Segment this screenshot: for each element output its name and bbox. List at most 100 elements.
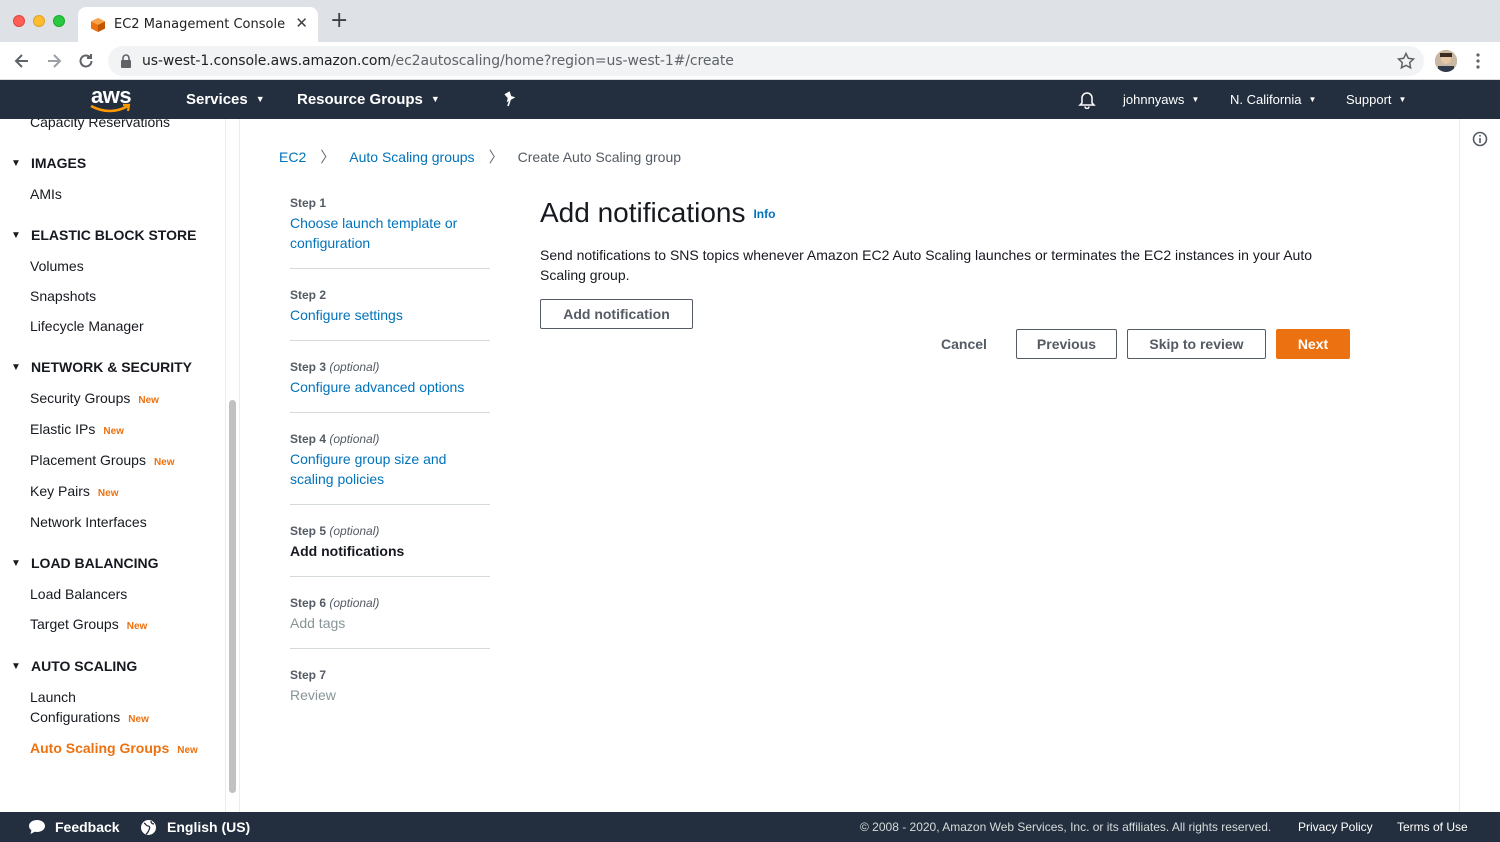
step-title-line: scaling policies — [290, 471, 385, 487]
services-label: Services — [186, 91, 248, 108]
url-bar[interactable]: us-west-1.console.aws.amazon.com/ec2auto… — [108, 46, 1424, 76]
chevron-right-icon: 〉 — [320, 149, 336, 166]
step-number: Step 5 (optional) — [290, 524, 490, 538]
minimize-window-button[interactable] — [33, 15, 45, 27]
account-menu[interactable]: johnnyaws ▼ — [1123, 92, 1199, 107]
bookmark-star-icon[interactable] — [1396, 51, 1416, 71]
sidebar-item-label: Placement Groups — [30, 452, 146, 468]
feedback-link[interactable]: Feedback — [55, 819, 120, 835]
sidebar-item-network-interfaces[interactable]: Network Interfaces — [30, 512, 147, 532]
sidebar-item-capacity-reservations[interactable]: Capacity Reservations — [30, 119, 170, 132]
wizard-step-3: Step 3 (optional) Configure advanced opt… — [290, 360, 490, 397]
sidebar-item-launch-configurations[interactable]: Launch Configurations New — [30, 687, 149, 730]
step-link-choose-launch-template[interactable]: Choose launch template or configuration — [290, 213, 490, 253]
pin-icon[interactable] — [502, 90, 518, 108]
maximize-window-button[interactable] — [53, 15, 65, 27]
step-divider — [290, 504, 490, 505]
sidebar-item-lifecycle-manager[interactable]: Lifecycle Manager — [30, 316, 144, 336]
wizard-step-6: Step 6 (optional) Add tags — [290, 596, 490, 633]
chevron-down-icon: ▼ — [1191, 95, 1200, 104]
step-divider — [290, 576, 490, 577]
browser-tab[interactable]: EC2 Management Console ✕ — [78, 7, 318, 42]
aws-logo[interactable]: aws — [88, 83, 134, 115]
sidebar-item-label: Auto Scaling Groups — [30, 740, 170, 756]
services-menu[interactable]: Services ▼ — [186, 91, 265, 108]
wizard-step-1: Step 1 Choose launch template or configur… — [290, 196, 490, 253]
cancel-button[interactable]: Cancel — [941, 336, 987, 352]
step-optional: (optional) — [329, 524, 380, 538]
sidebar-section-images[interactable]: IMAGES — [31, 155, 86, 171]
support-menu[interactable]: Support ▼ — [1346, 92, 1406, 107]
sidebar-section-load-balancing[interactable]: LOAD BALANCING — [31, 555, 159, 571]
step-review: Review — [290, 687, 336, 703]
step-number: Step 4 (optional) — [290, 432, 490, 446]
skip-to-review-button[interactable]: Skip to review — [1127, 329, 1266, 359]
close-window-button[interactable] — [13, 15, 25, 27]
sidebar-item-auto-scaling-groups[interactable]: Auto Scaling Groups New — [30, 738, 198, 761]
region-menu[interactable]: N. California ▼ — [1230, 92, 1316, 107]
sidebar-item-target-groups[interactable]: Target Groups New — [30, 614, 147, 637]
wizard-step-4: Step 4 (optional) Configure group size a… — [290, 432, 490, 489]
resource-groups-label: Resource Groups — [297, 91, 423, 108]
browser-toolbar: us-west-1.console.aws.amazon.com/ec2auto… — [0, 42, 1500, 80]
ec2-sidebar: Capacity Reservations ▼ IMAGES AMIs ▼ EL… — [0, 119, 226, 812]
aws-cube-icon — [91, 18, 105, 32]
info-panel-icon[interactable] — [1472, 131, 1488, 147]
forward-icon[interactable] — [44, 51, 64, 71]
sidebar-item-placement-groups[interactable]: Placement Groups New — [30, 450, 175, 473]
breadcrumb-ec2[interactable]: EC2 — [279, 149, 306, 165]
globe-icon — [141, 820, 156, 835]
notifications-panel: Add notifications Info Send notifications… — [540, 197, 1360, 359]
collapse-triangle-icon[interactable]: ▼ — [11, 558, 21, 569]
browser-menu-icon[interactable] — [1470, 51, 1486, 71]
step-title-line: configuration — [290, 235, 371, 251]
collapse-triangle-icon[interactable]: ▼ — [11, 362, 21, 373]
sidebar-item-key-pairs[interactable]: Key Pairs New — [30, 481, 118, 504]
sidebar-item-security-groups[interactable]: Security Groups New — [30, 388, 159, 411]
step-link-configure-settings[interactable]: Configure settings — [290, 305, 490, 325]
step-number: Step 3 (optional) — [290, 360, 490, 374]
sidebar-section-auto-scaling[interactable]: AUTO SCALING — [31, 658, 137, 674]
collapse-triangle-icon[interactable]: ▼ — [11, 661, 21, 672]
previous-button[interactable]: Previous — [1016, 329, 1117, 359]
reload-icon[interactable] — [76, 51, 96, 71]
info-link[interactable]: Info — [753, 207, 775, 221]
add-notification-button[interactable]: Add notification — [540, 299, 693, 329]
sidebar-item-snapshots[interactable]: Snapshots — [30, 286, 96, 306]
aws-smile-icon — [90, 103, 131, 113]
terms-of-use-link[interactable]: Terms of Use — [1397, 820, 1468, 834]
copyright-text: © 2008 - 2020, Amazon Web Services, Inc.… — [860, 820, 1272, 834]
new-badge: New — [97, 488, 119, 499]
sidebar-item-load-balancers[interactable]: Load Balancers — [30, 584, 127, 604]
new-tab-icon[interactable]: + — [330, 10, 348, 32]
back-icon[interactable] — [12, 51, 32, 71]
collapse-triangle-icon[interactable]: ▼ — [11, 158, 21, 169]
sidebar-item-amis[interactable]: AMIs — [30, 184, 62, 204]
chevron-down-icon: ▼ — [430, 94, 440, 104]
resource-groups-menu[interactable]: Resource Groups ▼ — [297, 91, 440, 108]
profile-avatar[interactable] — [1435, 50, 1457, 72]
sidebar-item-volumes[interactable]: Volumes — [30, 256, 84, 276]
new-badge: New — [128, 714, 149, 725]
sidebar-item-elastic-ips[interactable]: Elastic IPs New — [30, 419, 124, 442]
collapse-triangle-icon[interactable]: ▼ — [11, 230, 21, 241]
step-number: Step 7 — [290, 668, 327, 682]
step-link-configure-group-size[interactable]: Configure group size and scaling policies — [290, 449, 490, 489]
notifications-bell-icon[interactable] — [1078, 90, 1096, 109]
close-tab-icon[interactable]: ✕ — [295, 14, 308, 32]
next-button[interactable]: Next — [1276, 329, 1350, 359]
sidebar-scrollbar-thumb[interactable] — [229, 400, 236, 793]
step-add-tags: Add tags — [290, 615, 346, 631]
privacy-policy-link[interactable]: Privacy Policy — [1298, 820, 1373, 834]
step-link-configure-advanced-options[interactable]: Configure advanced options — [290, 377, 490, 397]
url-text: us-west-1.console.aws.amazon.com/ec2auto… — [142, 53, 734, 69]
sidebar-section-network-security[interactable]: NETWORK & SECURITY — [31, 359, 192, 375]
sidebar-item-label: Elastic IPs — [30, 421, 96, 437]
language-selector[interactable]: English (US) — [167, 819, 250, 835]
browser-tab-bar: EC2 Management Console ✕ + — [0, 0, 1500, 42]
step-optional: (optional) — [329, 596, 380, 610]
sidebar-section-ebs[interactable]: ELASTIC BLOCK STORE — [31, 227, 196, 243]
breadcrumb-auto-scaling-groups[interactable]: Auto Scaling groups — [349, 149, 474, 165]
content-divider — [1459, 119, 1460, 812]
new-badge: New — [126, 621, 148, 632]
